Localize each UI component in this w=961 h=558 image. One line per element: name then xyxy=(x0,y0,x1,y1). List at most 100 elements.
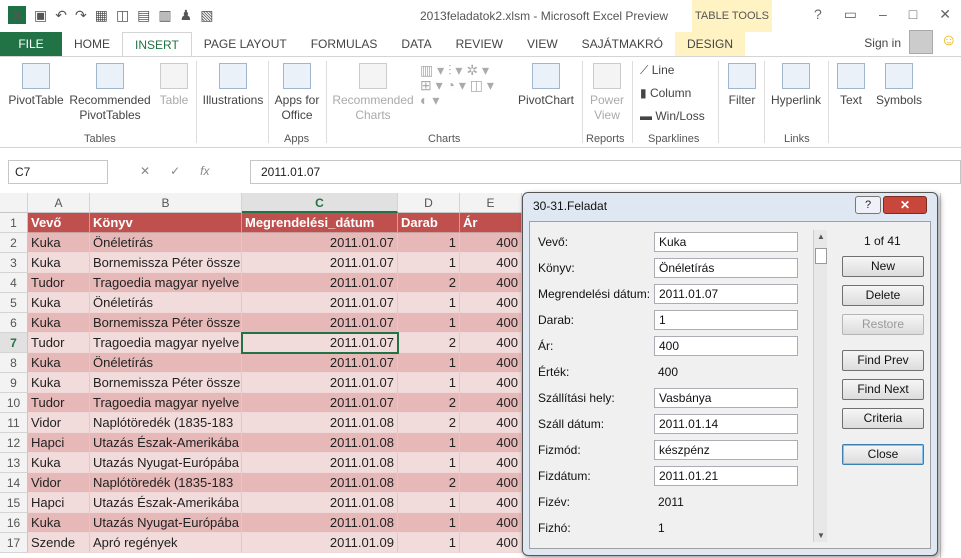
table-cell[interactable]: 2 xyxy=(398,273,460,293)
table-cell[interactable]: 400 xyxy=(460,513,522,533)
text-button[interactable]: Text xyxy=(832,63,870,108)
table-cell[interactable]: Naplótöredék (1835-183 xyxy=(90,473,242,493)
table-cell[interactable]: 1 xyxy=(398,233,460,253)
table-cell[interactable]: 1 xyxy=(398,353,460,373)
table-cell[interactable]: 2011.01.08 xyxy=(242,433,398,453)
table-cell[interactable]: Önéletírás xyxy=(90,293,242,313)
table-cell[interactable]: 400 xyxy=(460,393,522,413)
table-cell[interactable]: 2011.01.08 xyxy=(242,453,398,473)
table-cell[interactable]: Tudor xyxy=(28,393,90,413)
table-cell[interactable]: 2011.01.07 xyxy=(242,333,398,353)
table-cell[interactable]: 1 xyxy=(398,513,460,533)
tab-sajatmakro[interactable]: SAJÁTMAKRÓ xyxy=(570,32,675,56)
table-cell[interactable]: 400 xyxy=(460,293,522,313)
insert-function-icon[interactable]: fx xyxy=(200,164,209,178)
pivotchart-button[interactable]: PivotChart xyxy=(514,63,578,108)
column-header-c[interactable]: C xyxy=(242,193,398,213)
row-number[interactable]: 11 xyxy=(0,413,28,433)
maximize-icon[interactable]: □ xyxy=(909,6,917,23)
new-button[interactable]: New xyxy=(842,256,924,277)
tab-page-layout[interactable]: PAGE LAYOUT xyxy=(192,32,299,56)
table-cell[interactable]: Kuka xyxy=(28,353,90,373)
row-number[interactable]: 6 xyxy=(0,313,28,333)
column-header-e[interactable]: E xyxy=(460,193,522,213)
table-cell[interactable]: Utazás Észak-Amerikába xyxy=(90,493,242,513)
table-cell[interactable]: 2011.01.08 xyxy=(242,473,398,493)
field-input[interactable]: 2011.01.14 xyxy=(654,414,798,434)
find-prev-button[interactable]: Find Prev xyxy=(842,350,924,371)
table-cell[interactable]: Hapci xyxy=(28,433,90,453)
row-number[interactable]: 16 xyxy=(0,513,28,533)
table-cell[interactable]: Hapci xyxy=(28,493,90,513)
row-number[interactable]: 9 xyxy=(0,373,28,393)
enter-icon[interactable]: ✓ xyxy=(170,164,180,178)
sign-in-link[interactable]: Sign in xyxy=(864,36,901,50)
name-box[interactable]: C7 xyxy=(8,160,108,184)
table-cell[interactable]: 2011.01.07 xyxy=(242,233,398,253)
table-cell[interactable]: Szende xyxy=(28,533,90,553)
table-cell[interactable]: Utazás Észak-Amerikába xyxy=(90,433,242,453)
row-number[interactable]: 4 xyxy=(0,273,28,293)
table-header-cell[interactable]: Megrendelési_dátum xyxy=(242,213,398,233)
row-number[interactable]: 15 xyxy=(0,493,28,513)
table-cell[interactable]: 400 xyxy=(460,333,522,353)
table-cell[interactable]: 400 xyxy=(460,253,522,273)
row-number[interactable]: 2 xyxy=(0,233,28,253)
ribbon-display-icon[interactable]: ▭ xyxy=(844,6,857,23)
table-cell[interactable]: 2 xyxy=(398,473,460,493)
avatar[interactable] xyxy=(909,30,933,54)
apps-for-office-button[interactable]: Apps for Office xyxy=(272,63,322,123)
table-cell[interactable]: Kuka xyxy=(28,513,90,533)
select-all-corner[interactable] xyxy=(0,193,28,213)
table-cell[interactable]: 2011.01.07 xyxy=(242,313,398,333)
qat-icon[interactable]: ◫ xyxy=(116,7,129,24)
power-view-button[interactable]: Power View xyxy=(586,63,628,123)
table-cell[interactable]: 2011.01.07 xyxy=(242,273,398,293)
table-cell[interactable]: Kuka xyxy=(28,233,90,253)
symbols-button[interactable]: Symbols xyxy=(874,63,924,108)
table-cell[interactable]: 2011.01.09 xyxy=(242,533,398,553)
table-cell[interactable]: Bornemissza Péter össze xyxy=(90,313,242,333)
tab-home[interactable]: HOME xyxy=(62,32,122,56)
field-input[interactable]: Vasbánya xyxy=(654,388,798,408)
table-cell[interactable]: Tragoedia magyar nyelve xyxy=(90,393,242,413)
field-input[interactable]: 2011.01.21 xyxy=(654,466,798,486)
column-header-a[interactable]: A xyxy=(28,193,90,213)
table-cell[interactable]: Kuka xyxy=(28,313,90,333)
row-number[interactable]: 3 xyxy=(0,253,28,273)
table-cell[interactable]: Önéletírás xyxy=(90,353,242,373)
table-cell[interactable]: Tudor xyxy=(28,273,90,293)
table-cell[interactable]: 2011.01.07 xyxy=(242,373,398,393)
tab-file[interactable]: FILE xyxy=(0,32,62,56)
cancel-icon[interactable]: ✕ xyxy=(140,164,150,178)
table-cell[interactable]: 400 xyxy=(460,413,522,433)
tab-insert[interactable]: INSERT xyxy=(122,32,192,56)
chart-type-buttons[interactable]: ▥ ▾ ⫶ ▾ ✲ ▾ ⊞ ▾ ◔ ▾ ◫ ▾ ◐ ▾ xyxy=(420,63,510,108)
save-icon[interactable]: ▣ xyxy=(34,7,47,24)
table-cell[interactable]: 1 xyxy=(398,253,460,273)
table-cell[interactable]: Bornemissza Péter össze xyxy=(90,253,242,273)
table-cell[interactable]: Utazás Nyugat-Európába xyxy=(90,513,242,533)
qat-icon[interactable]: ▥ xyxy=(158,7,171,24)
pivottable-button[interactable]: PivotTable xyxy=(6,63,66,108)
table-cell[interactable]: Kuka xyxy=(28,453,90,473)
table-button[interactable]: Table xyxy=(154,63,194,108)
dialog-help-icon[interactable]: ? xyxy=(855,196,881,214)
table-cell[interactable]: Tudor xyxy=(28,333,90,353)
tab-formulas[interactable]: FORMULAS xyxy=(299,32,390,56)
table-header-cell[interactable]: Ár xyxy=(460,213,522,233)
help-icon[interactable]: ? xyxy=(814,6,822,23)
table-cell[interactable]: Önéletírás xyxy=(90,233,242,253)
table-header-cell[interactable]: Vevő xyxy=(28,213,90,233)
table-cell[interactable]: Vidor xyxy=(28,473,90,493)
table-cell[interactable]: Kuka xyxy=(28,373,90,393)
scroll-up-icon[interactable]: ▲ xyxy=(817,232,825,241)
row-number[interactable]: 10 xyxy=(0,393,28,413)
tab-review[interactable]: REVIEW xyxy=(444,32,515,56)
scroll-down-icon[interactable]: ▼ xyxy=(817,531,825,540)
sheet-vertical-scrollbar[interactable] xyxy=(940,193,961,558)
table-cell[interactable]: 400 xyxy=(460,533,522,553)
tab-design[interactable]: DESIGN xyxy=(675,32,746,56)
table-cell[interactable]: 400 xyxy=(460,473,522,493)
row-number[interactable]: 8 xyxy=(0,353,28,373)
